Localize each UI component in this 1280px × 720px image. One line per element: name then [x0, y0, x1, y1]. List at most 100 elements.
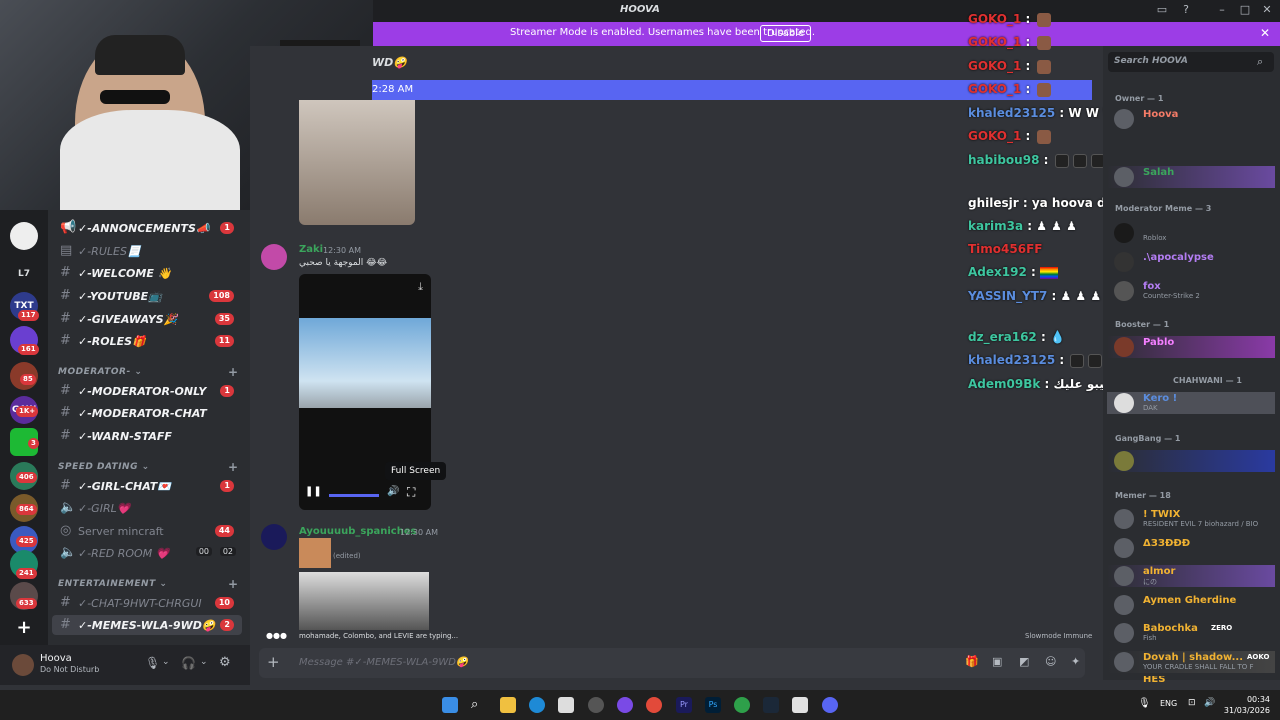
member-item[interactable]: Kero ! DAK: [1107, 392, 1275, 414]
obs-icon[interactable]: [792, 697, 808, 713]
streamer-shirt: [60, 110, 240, 210]
discord-icon[interactable]: [822, 697, 838, 713]
app-icon[interactable]: [617, 697, 633, 713]
member-item[interactable]: fox Counter-Strike 2: [1107, 280, 1275, 302]
channel-item[interactable]: # ✓-CHAT-9HWT-CHRGUI 10: [52, 593, 242, 613]
hash-icon: #: [60, 595, 71, 610]
channel-item[interactable]: # ✓-ROLES🎁 11: [52, 331, 242, 351]
channel-item[interactable]: # ✓-WELCOME 👋: [52, 263, 242, 283]
voice-channel-item[interactable]: 🔈 ✓-RED ROOM 💗 00 02: [52, 543, 242, 563]
avatar: [1114, 652, 1134, 672]
app-icon[interactable]: [734, 697, 750, 713]
message-text: الموجهة يا صحبي 😂😂: [299, 258, 388, 268]
channel-item[interactable]: # ✓-YOUTUBE📺 108: [52, 286, 242, 306]
voice-channel-item[interactable]: 🔈 ✓-GIRL💗: [52, 498, 242, 518]
member-item[interactable]: [1107, 450, 1275, 472]
windows-start-icon[interactable]: [442, 697, 458, 713]
channel-item[interactable]: # ✓-MODERATOR-ONLY 1: [52, 381, 242, 401]
gear-icon[interactable]: ⚙: [219, 655, 231, 670]
image-attachment[interactable]: [299, 100, 415, 225]
pause-icon[interactable]: ❚❚: [305, 486, 322, 497]
avatar[interactable]: [261, 524, 287, 550]
unread-badge: 108: [209, 290, 234, 302]
server-icon[interactable]: [10, 222, 38, 250]
search-input[interactable]: Search HOOVA: [1108, 52, 1274, 72]
member-item[interactable]: Salah: [1107, 166, 1275, 188]
file-explorer-icon[interactable]: [500, 697, 516, 713]
microphone-icon[interactable]: 🎙: [1138, 698, 1151, 709]
headphones-icon[interactable]: 🎧: [181, 656, 196, 670]
gif-icon[interactable]: ▣: [992, 655, 1002, 668]
photoshop-icon[interactable]: Ps: [705, 697, 721, 713]
member-group-label: Memer — 18: [1115, 491, 1171, 500]
volume-icon[interactable]: 🔊: [387, 486, 399, 497]
window-title: HOOVA: [620, 4, 660, 15]
download-icon[interactable]: ⤓: [418, 280, 423, 294]
apps-icon[interactable]: ✦: [1071, 655, 1080, 668]
channel-label: ✓-ROLES🎁: [78, 335, 146, 348]
steam-icon[interactable]: [763, 697, 779, 713]
server-icon[interactable]: L7: [10, 260, 38, 288]
video-progress[interactable]: [329, 494, 379, 497]
category-entertainment[interactable]: ENTERTAINEMENT ⌄ +: [58, 577, 238, 591]
store-icon[interactable]: [558, 697, 574, 713]
twitch-chat-line: GOKO_1 :: [968, 35, 1053, 50]
channel-item[interactable]: # ✓-GIRL-CHAT💌 1: [52, 476, 242, 496]
fullscreen-icon[interactable]: ⛶: [407, 485, 415, 500]
mention-badge: 1K+: [16, 406, 39, 417]
channel-item[interactable]: # ✓-MODERATOR-CHAT: [52, 403, 242, 423]
clock[interactable]: 00:34 31/03/2026: [1224, 694, 1270, 716]
channel-item[interactable]: # ✓-WARN-STAFF: [52, 426, 242, 446]
member-item[interactable]: almor にの: [1107, 565, 1275, 587]
sticker-icon[interactable]: ◩: [1019, 655, 1029, 668]
member-item[interactable]: Babochka ZERO Fish: [1107, 622, 1275, 644]
avatar[interactable]: [261, 244, 287, 270]
network-icon[interactable]: ⊡: [1188, 698, 1196, 708]
member-group-label: Moderator Meme — 3: [1115, 204, 1212, 213]
channel-item[interactable]: # ✓-GIVEAWAYS🎉 35: [52, 309, 242, 329]
disable-streamer-mode-button[interactable]: Disable: [760, 25, 812, 42]
message-author[interactable]: Ayouuuub_spaniches: [299, 526, 417, 537]
member-item[interactable]: Dovah | shadow... AOKO YOUR CRADLE SHALL F…: [1107, 651, 1275, 673]
microphone-icon[interactable]: 🎙: [145, 656, 160, 670]
edge-icon[interactable]: [529, 697, 545, 713]
avatar[interactable]: [12, 654, 34, 676]
channel-header: WD🤪: [372, 56, 407, 69]
video-attachment[interactable]: [299, 572, 429, 630]
app-icon[interactable]: [588, 697, 604, 713]
search-icon: ⌕: [1257, 55, 1264, 68]
search-icon[interactable]: ⌕: [471, 697, 487, 713]
language-indicator[interactable]: ENG: [1160, 699, 1177, 708]
user-panel: Hoova Do Not Disturb 🎙 ⌄ 🎧 ⌄ ⚙: [0, 645, 250, 685]
member-item[interactable]: ! TWIX RESIDENT EVIL 7 biohazard / BIO: [1107, 508, 1275, 530]
member-item[interactable]: HES: [1107, 676, 1275, 684]
add-channel-icon[interactable]: +: [228, 365, 239, 379]
avatar: [1114, 281, 1134, 301]
user-name: Hoova: [40, 653, 72, 664]
category-moderator[interactable]: MODERATOR- ⌄ +: [58, 365, 238, 379]
add-attachment-icon[interactable]: +: [267, 653, 280, 671]
member-item[interactable]: Hoova: [1107, 108, 1275, 130]
chrome-icon[interactable]: [646, 697, 662, 713]
member-item[interactable]: Roblox: [1107, 222, 1275, 244]
member-item[interactable]: .\apocalypse: [1107, 251, 1275, 273]
add-channel-icon[interactable]: +: [228, 577, 239, 591]
premiere-icon[interactable]: Pr: [676, 697, 692, 713]
emoji-icon[interactable]: ☺: [1045, 655, 1056, 668]
volume-icon[interactable]: 🔊: [1204, 698, 1215, 708]
member-item[interactable]: ΔЗЗƉƉƉ: [1107, 537, 1275, 559]
message-author[interactable]: Zaki: [299, 244, 323, 255]
member-item[interactable]: Aymen Gherdine: [1107, 594, 1275, 616]
add-channel-icon[interactable]: +: [228, 460, 239, 474]
category-speed-dating[interactable]: SPEED DATING ⌄ +: [58, 460, 238, 474]
channel-item[interactable]: ▤ ✓-RULES📃: [52, 241, 242, 261]
message-input[interactable]: Message #✓-MEMES-WLA-9WD🤪: [299, 657, 468, 668]
chevron-down-icon[interactable]: ⌄: [162, 657, 170, 667]
chevron-down-icon[interactable]: ⌄: [200, 657, 208, 667]
add-server-icon[interactable]: +: [10, 614, 38, 642]
channel-item[interactable]: 📢 ✓-ANNONCEMENTS📣 1: [52, 218, 242, 238]
channel-item-selected[interactable]: # ✓-MEMES-WLA-9WD🤪 2: [52, 615, 242, 635]
gift-icon[interactable]: 🎁: [965, 655, 979, 668]
member-item[interactable]: Pablo: [1107, 336, 1275, 358]
channel-item[interactable]: ◎ Server mincraft 44: [52, 521, 242, 541]
